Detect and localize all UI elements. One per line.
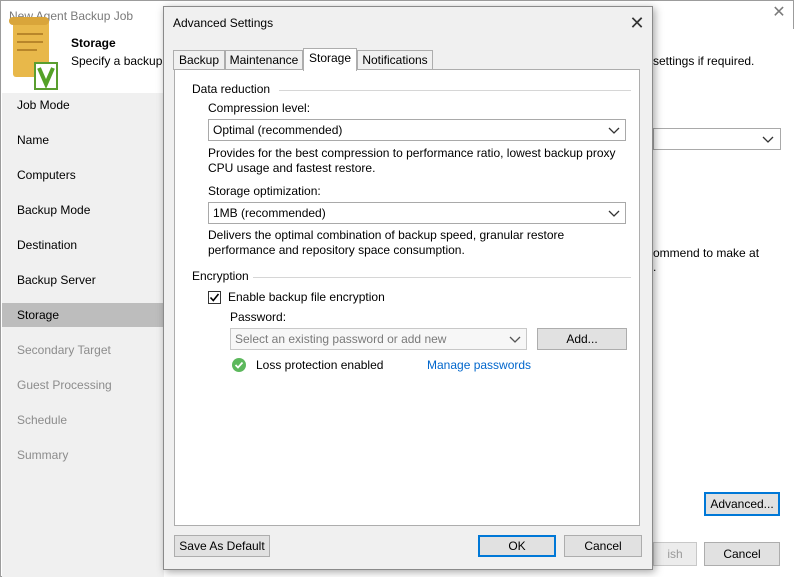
tab-backup[interactable]: Backup <box>173 50 225 70</box>
storage-optimization-value: 1MB (recommended) <box>213 206 326 220</box>
enable-encryption-label[interactable]: Enable backup file encryption <box>228 290 385 304</box>
finish-button[interactable]: ish <box>653 542 697 566</box>
wizard-header-title: Storage <box>71 36 116 50</box>
tab-notifications[interactable]: Notifications <box>357 50 433 70</box>
tab-storage[interactable]: Storage <box>303 48 357 71</box>
optimization-description-line1: Delivers the optimal combination of back… <box>208 228 565 242</box>
advanced-settings-dialog: Advanced Settings ✕ Backup Maintenance S… <box>163 6 653 570</box>
compression-description-line1: Provides for the best compression to per… <box>208 146 616 160</box>
compression-level-label: Compression level: <box>208 101 311 115</box>
wizard-step-destination[interactable]: Destination <box>2 233 164 257</box>
wizard-steps-panel: Job Mode Name Computers Backup Mode Dest… <box>2 93 164 577</box>
save-as-default-button[interactable]: Save As Default <box>174 535 270 557</box>
chevron-down-icon <box>608 127 620 134</box>
password-select[interactable]: Select an existing password or add new <box>230 328 527 350</box>
wizard-step-backup-mode[interactable]: Backup Mode <box>2 198 164 222</box>
enable-encryption-checkbox[interactable] <box>208 291 221 304</box>
wizard-cancel-button[interactable]: Cancel <box>704 542 780 566</box>
close-icon[interactable]: ✕ <box>628 14 646 32</box>
dialog-title: Advanced Settings <box>173 16 274 30</box>
checkmark-icon <box>209 293 220 302</box>
check-circle-icon <box>232 358 246 372</box>
storage-optimization-label: Storage optimization: <box>208 184 321 198</box>
add-password-button[interactable]: Add... <box>537 328 627 350</box>
compression-description: Provides for the best compression to per… <box>208 146 616 176</box>
loss-protection-status: Loss protection enabled <box>256 358 384 372</box>
optimization-description: Delivers the optimal combination of back… <box>208 228 564 258</box>
wizard-header-description-tail: settings if required. <box>653 54 755 68</box>
wizard-recommendation-line1: ommend to make at <box>653 246 760 260</box>
wizard-repository-select[interactable] <box>653 128 781 150</box>
storage-optimization-select[interactable]: 1MB (recommended) <box>208 202 626 224</box>
storage-tab-panel: Data reduction Compression level: Optima… <box>174 69 640 526</box>
data-reduction-label: Data reduction <box>192 82 271 96</box>
storage-scroll-icon <box>9 17 58 90</box>
dialog-cancel-button[interactable]: Cancel <box>564 535 642 557</box>
optimization-description-line2: performance and repository space consump… <box>208 243 465 257</box>
compression-level-select[interactable]: Optimal (recommended) <box>208 119 626 141</box>
wizard-header-description: Specify a backup <box>71 54 163 68</box>
wizard-step-job-mode[interactable]: Job Mode <box>2 93 164 117</box>
wizard-step-secondary-target[interactable]: Secondary Target <box>2 338 164 362</box>
wizard-step-name[interactable]: Name <box>2 128 164 152</box>
wizard-step-computers[interactable]: Computers <box>2 163 164 187</box>
encryption-label: Encryption <box>192 269 249 283</box>
chevron-down-icon <box>608 210 620 217</box>
ok-button[interactable]: OK <box>478 535 556 557</box>
compression-description-line2: CPU usage and fastest restore. <box>208 161 376 175</box>
wizard-step-storage[interactable]: Storage <box>2 303 164 327</box>
wizard-recommendation-line2: . <box>653 260 657 274</box>
wizard-step-summary[interactable]: Summary <box>2 443 164 467</box>
wizard-close-icon[interactable]: ✕ <box>771 5 787 21</box>
section-divider <box>279 90 631 91</box>
password-placeholder: Select an existing password or add new <box>235 332 447 346</box>
tab-maintenance[interactable]: Maintenance <box>225 50 303 70</box>
compression-level-value: Optimal (recommended) <box>213 123 343 137</box>
wizard-step-schedule[interactable]: Schedule <box>2 408 164 432</box>
wizard-step-backup-server[interactable]: Backup Server <box>2 268 164 292</box>
chevron-down-icon <box>509 336 521 343</box>
chevron-down-icon <box>762 136 774 143</box>
advanced-button[interactable]: Advanced... <box>704 492 780 516</box>
wizard-step-guest-processing[interactable]: Guest Processing <box>2 373 164 397</box>
section-divider <box>253 277 631 278</box>
wizard-recommendation-text: ommend to make at . <box>653 246 759 274</box>
password-label: Password: <box>230 310 287 324</box>
manage-passwords-link[interactable]: Manage passwords <box>427 358 531 372</box>
